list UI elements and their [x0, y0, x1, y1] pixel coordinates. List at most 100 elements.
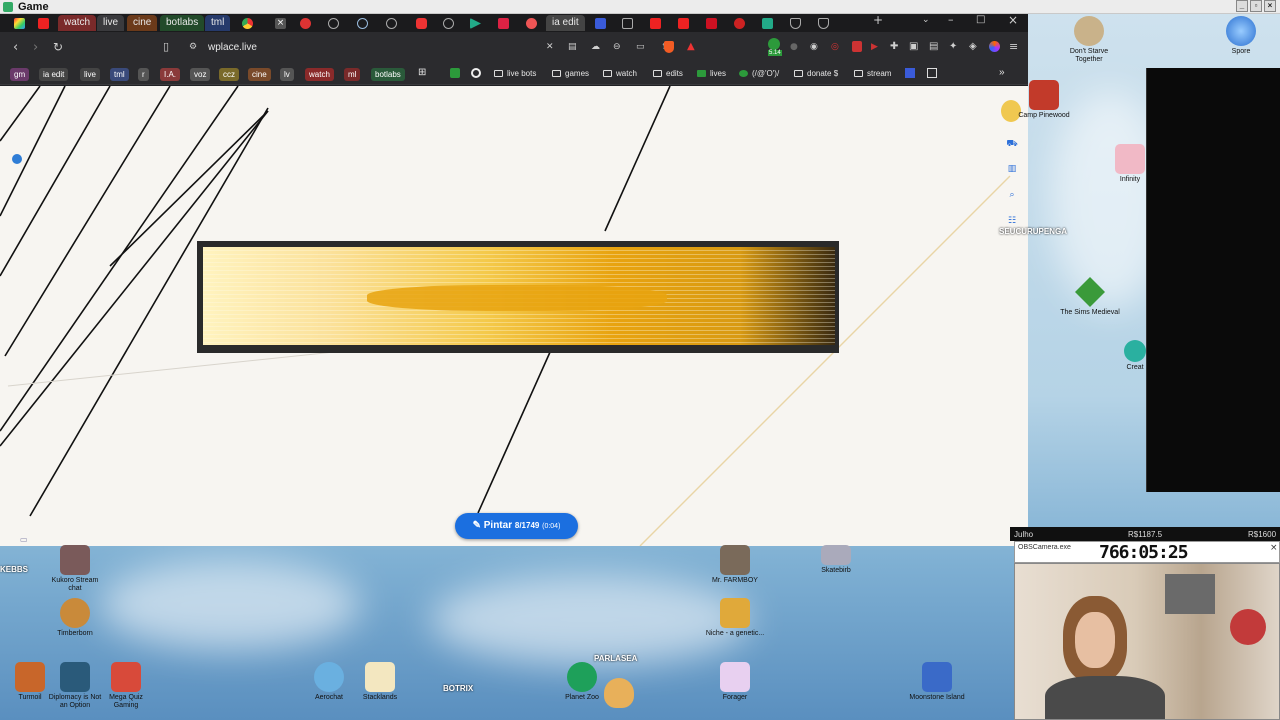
app-icon[interactable] [526, 18, 537, 29]
play-store-icon[interactable] [470, 18, 481, 29]
cloud-icon[interactable]: ☁ [591, 42, 600, 52]
zoom-icon[interactable]: ⊖ [613, 42, 621, 52]
bookmark-icon[interactable]: ▯ [163, 40, 169, 53]
bookmark-folder-watch[interactable]: watch [603, 69, 637, 78]
tab-watch[interactable]: watch [58, 15, 97, 31]
minimize-icon[interactable]: – [948, 14, 954, 26]
bookmark-chip-botlabs[interactable]: botlabs [371, 68, 405, 81]
bookmark-icon[interactable] [927, 68, 937, 78]
close-icon[interactable]: × [1008, 14, 1018, 27]
app-icon[interactable] [734, 18, 745, 29]
reload-icon[interactable]: ↻ [53, 40, 63, 54]
app-icon[interactable] [416, 18, 427, 29]
bookmark-chip-watch[interactable]: watch [305, 68, 334, 81]
bookmark-chip-live[interactable]: live [80, 68, 101, 81]
apps-grid-icon[interactable]: ⊞ [418, 67, 426, 78]
sidebar-icon[interactable]: ▣ [909, 41, 918, 52]
bookmark-folder-live-bots[interactable]: live bots [494, 69, 536, 78]
close-tab-icon[interactable]: × [275, 18, 286, 29]
list-icon[interactable] [622, 18, 633, 29]
desktop-icon[interactable]: Mr. FARMBOY [705, 545, 765, 585]
tab-cine[interactable]: cine [127, 15, 158, 31]
extension-icon[interactable] [768, 38, 780, 50]
new-tab-icon[interactable]: + [873, 14, 883, 27]
bookmark-chip-ia[interactable]: I.A. [160, 68, 181, 81]
record-icon[interactable]: ◎ [831, 42, 839, 52]
app-icon[interactable] [706, 18, 717, 29]
desktop-icon[interactable]: Timberborn [45, 598, 105, 638]
shield-icon[interactable] [790, 18, 801, 29]
tab-tml[interactable]: tml [205, 15, 231, 31]
tab-live[interactable]: live [97, 15, 125, 31]
desktop-icon[interactable]: Skatebirb [806, 545, 866, 575]
extension-icon[interactable]: ▶ [871, 42, 878, 52]
globe-icon[interactable] [386, 18, 397, 29]
menu-icon[interactable]: ≡ [1009, 40, 1018, 53]
bookmark-chip-gm[interactable]: gm [10, 68, 30, 81]
app-icon[interactable] [762, 18, 773, 29]
tab-icon[interactable] [14, 18, 25, 29]
leaderboard-icon[interactable]: ▥ [1005, 164, 1019, 178]
wplace-canvas[interactable]: ⛟ ▥ ⌕ ☷ ▭ ✎ Pintar 8/1749 (0:04) [0, 86, 1028, 546]
bookmark-chip-tml[interactable]: tml [110, 68, 129, 81]
map-pin-icon[interactable] [12, 154, 22, 164]
brave-shield-icon[interactable] [664, 41, 674, 53]
ai-icon[interactable]: ✦ [949, 41, 957, 52]
maximize-icon[interactable]: ▫ [1250, 0, 1262, 12]
bookmark-icon[interactable] [450, 68, 460, 78]
bookmark-emoticon[interactable]: (/@'O')/ [739, 69, 779, 78]
minimize-icon[interactable]: _ [1236, 0, 1248, 12]
rewards-icon[interactable]: ▲ [687, 41, 695, 52]
cast-icon[interactable]: ▭ [636, 42, 645, 52]
extension-icon[interactable] [852, 41, 862, 52]
info-icon[interactable]: ▭ [20, 535, 28, 544]
back-icon[interactable]: ‹ [13, 40, 18, 55]
pc-icon[interactable] [650, 18, 661, 29]
site-info-icon[interactable]: ⚙ [189, 42, 197, 52]
vpn-shield-icon[interactable]: ◈ [969, 41, 977, 52]
dots-icon[interactable] [357, 18, 368, 29]
search-icon[interactable]: ⌕ [1005, 190, 1019, 204]
profile-icon[interactable] [989, 41, 1000, 52]
desktop-icon[interactable]: The Sims Medieval [1060, 277, 1120, 317]
desktop-icon[interactable]: Don't Starve Together [1059, 16, 1119, 64]
address-bar[interactable]: wplace.live [208, 42, 257, 53]
bookmark-folder-games[interactable]: games [552, 69, 589, 78]
bookmark-chip-ml[interactable]: ml [344, 68, 361, 81]
tab-botlabs[interactable]: botlabs [160, 15, 205, 31]
bookmark-folder-stream[interactable]: stream [854, 69, 891, 78]
extensions-puzzle-icon[interactable]: ✚ [890, 41, 898, 52]
chevron-down-icon[interactable]: ⌄ [922, 15, 930, 25]
more-bookmarks-icon[interactable]: » [999, 67, 1005, 78]
bookmark-folder-edits[interactable]: edits [653, 69, 683, 78]
record-icon[interactable] [300, 18, 311, 29]
globe-icon[interactable] [328, 18, 339, 29]
calendar-icon[interactable] [595, 18, 606, 29]
desktop-icon[interactable]: Stacklands [350, 662, 410, 702]
youtube-icon[interactable] [678, 18, 689, 29]
shield-icon[interactable] [818, 18, 829, 29]
bookmark-chip-voz[interactable]: voz [190, 68, 211, 81]
maximize-icon[interactable]: □ [976, 14, 985, 25]
globe-icon[interactable] [443, 18, 454, 29]
desktop-icon[interactable]: Moonstone Island [907, 662, 967, 702]
tab-ia-edit[interactable]: ia edit [546, 15, 585, 31]
translate-icon[interactable]: ▤ [568, 42, 577, 52]
calendar-icon[interactable] [905, 68, 915, 78]
close-icon[interactable]: × [1264, 0, 1276, 12]
paint-button[interactable]: ✎ Pintar 8/1749 (0:04) [455, 513, 578, 539]
youtube-icon[interactable] [38, 18, 49, 29]
forward-icon[interactable]: › [33, 40, 38, 55]
cart-icon[interactable]: ⛟ [1005, 139, 1019, 153]
desktop-icon[interactable]: Mega Quiz Gaming [96, 662, 156, 710]
desktop-icon[interactable]: Camp Pinewood [1015, 80, 1073, 120]
chrome-icon[interactable] [242, 18, 253, 29]
desktop-icon[interactable]: Forager [705, 662, 765, 702]
desktop-icon[interactable]: Niche - a genetic... [705, 598, 765, 638]
bookmark-folder-donate[interactable]: donate $ [794, 69, 838, 78]
wallet-icon[interactable]: ▤ [929, 41, 938, 52]
close-icon[interactable]: × [1270, 543, 1278, 553]
bookmark-icon[interactable] [471, 68, 481, 78]
bookmark-lives[interactable]: lives [697, 69, 726, 78]
bookmark-chip-ia-edit[interactable]: ia edit [39, 68, 69, 81]
